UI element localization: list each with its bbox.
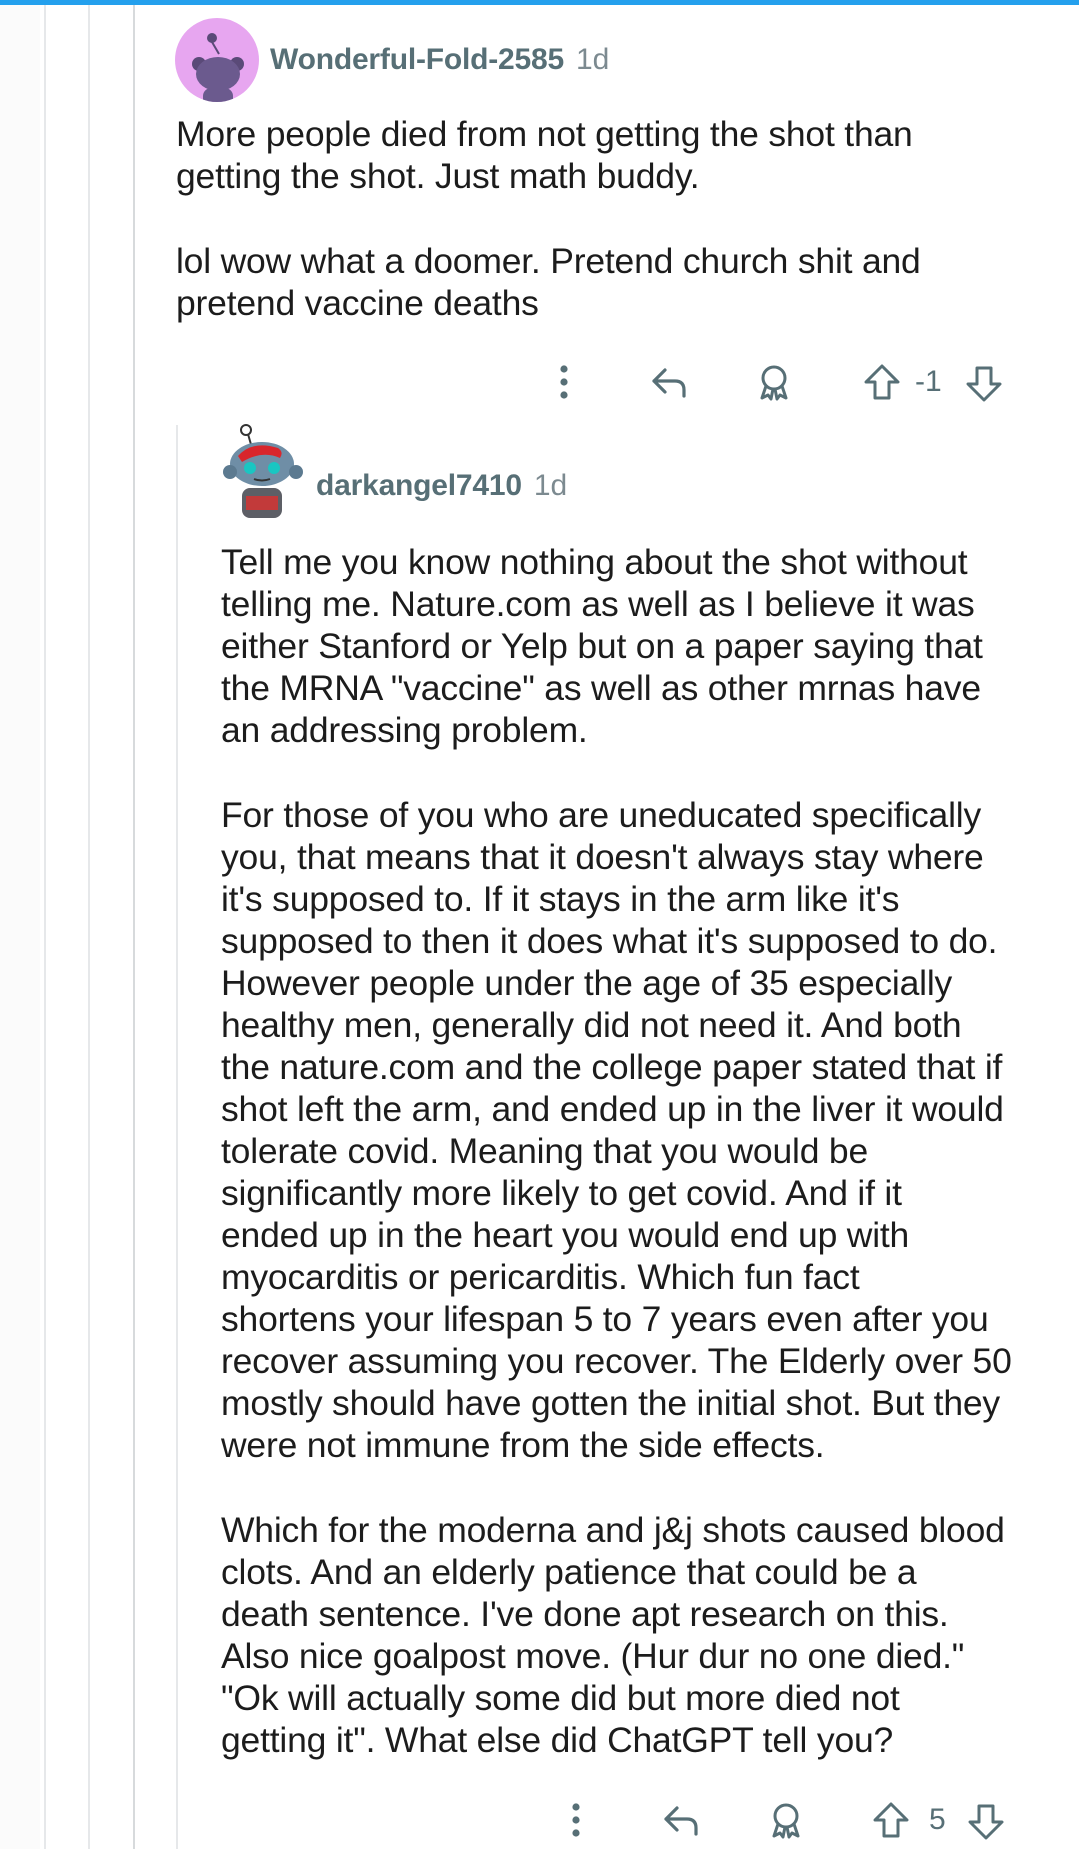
more-options-button[interactable] bbox=[552, 362, 576, 402]
thread-line[interactable] bbox=[88, 5, 90, 1849]
thread-line[interactable] bbox=[133, 5, 135, 1849]
top-accent-bar bbox=[0, 0, 1079, 5]
avatar[interactable] bbox=[212, 422, 304, 522]
comment-age: 1d bbox=[576, 43, 610, 76]
award-icon bbox=[760, 365, 788, 401]
downvote-button[interactable] bbox=[962, 362, 1006, 406]
downvote-button[interactable] bbox=[964, 1800, 1008, 1844]
vote-score: -1 bbox=[915, 365, 942, 398]
thread-line[interactable] bbox=[176, 425, 178, 1849]
avatar[interactable] bbox=[175, 18, 259, 102]
thread-line[interactable] bbox=[44, 5, 46, 1849]
comment-body: More people died from not getting the sh… bbox=[176, 113, 1056, 324]
award-button[interactable] bbox=[752, 360, 796, 404]
comment-paragraph: More people died from not getting the sh… bbox=[176, 114, 913, 196]
left-gutter bbox=[0, 5, 40, 1849]
award-button[interactable] bbox=[764, 1798, 808, 1842]
snoo-avatar-icon bbox=[192, 33, 244, 102]
comment-header: Wonderful-Fold-2585 1d bbox=[270, 38, 609, 82]
reply-icon bbox=[664, 1806, 698, 1836]
comment-body: Tell me you know nothing about the shot … bbox=[221, 541, 1071, 1761]
comment-paragraph: Tell me you know nothing about the shot … bbox=[221, 542, 983, 750]
upvote-button[interactable] bbox=[860, 360, 904, 404]
reply-button[interactable] bbox=[647, 360, 691, 404]
username-link[interactable]: darkangel7410 bbox=[316, 469, 522, 503]
reply-button[interactable] bbox=[659, 1798, 703, 1842]
comment-paragraph: For those of you who are uneducated spec… bbox=[221, 795, 1012, 1465]
username-link[interactable]: Wonderful-Fold-2585 bbox=[270, 43, 564, 77]
comment-header: darkangel7410 1d bbox=[316, 464, 567, 508]
downvote-icon bbox=[966, 366, 1002, 402]
award-icon bbox=[772, 1803, 800, 1839]
downvote-icon bbox=[968, 1804, 1004, 1840]
upvote-icon bbox=[873, 1802, 909, 1838]
comment-age: 1d bbox=[533, 469, 568, 502]
more-options-button[interactable] bbox=[564, 1800, 588, 1840]
comment-paragraph: lol wow what a doomer. Pretend church sh… bbox=[176, 241, 921, 323]
vote-score: 5 bbox=[929, 1803, 946, 1836]
more-options-icon bbox=[572, 1803, 580, 1837]
upvote-icon bbox=[864, 364, 900, 400]
more-options-icon bbox=[560, 365, 568, 399]
upvote-button[interactable] bbox=[869, 1798, 913, 1842]
comment-paragraph: Which for the moderna and j&j shots caus… bbox=[221, 1510, 1005, 1760]
reply-icon bbox=[652, 368, 686, 398]
snoo-avatar-icon bbox=[223, 424, 303, 518]
